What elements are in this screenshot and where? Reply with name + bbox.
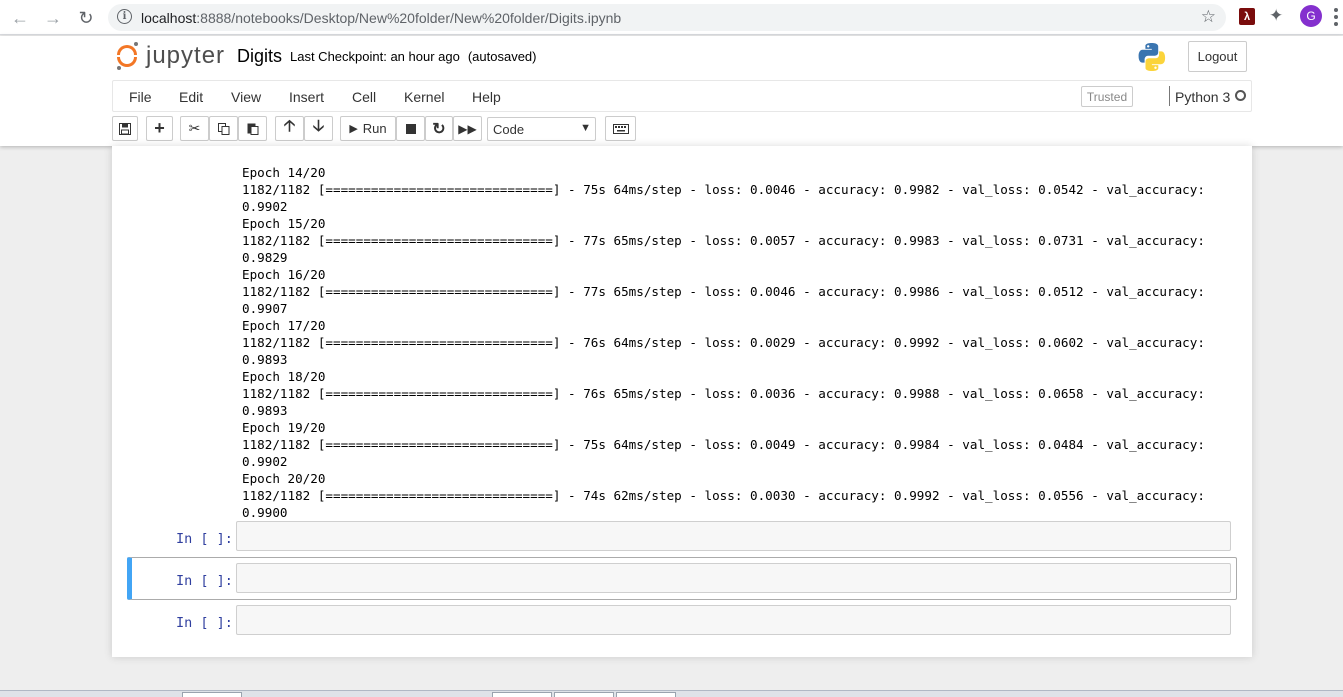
output-line: Epoch 16/20: [242, 267, 326, 282]
move-down-icon[interactable]: 🡣: [304, 116, 333, 141]
menu-view[interactable]: View: [231, 89, 261, 105]
output-line: Epoch 15/20: [242, 216, 326, 231]
python-logo-icon: [1138, 43, 1166, 71]
run-label: Run: [362, 121, 387, 136]
cell-type-select[interactable]: Code ▼: [487, 117, 596, 141]
output-line: 1182/1182 [=============================…: [242, 335, 1205, 350]
chevron-down-icon: ▼: [580, 122, 591, 134]
output-line: 1182/1182 [=============================…: [242, 284, 1205, 299]
paste-icon[interactable]: [238, 116, 267, 141]
interrupt-icon[interactable]: [396, 116, 425, 141]
output-line: 1182/1182 [=============================…: [242, 233, 1205, 248]
kernel-separator: [1169, 86, 1170, 106]
code-input[interactable]: [236, 521, 1231, 551]
taskbar-item[interactable]: [554, 692, 614, 697]
kernel-idle-icon: [1235, 90, 1246, 101]
restart-run-all-icon[interactable]: ▶▶: [453, 116, 482, 141]
menu-file[interactable]: File: [129, 89, 152, 105]
menu-kernel[interactable]: Kernel: [404, 89, 444, 105]
profile-avatar[interactable]: G: [1300, 5, 1322, 27]
jupyter-header: jupyter Digits Last Checkpoint: an hour …: [0, 36, 1343, 146]
notebook-name[interactable]: Digits: [237, 46, 282, 67]
output-line: 0.9902: [242, 454, 288, 469]
code-input[interactable]: [236, 605, 1231, 635]
output-line: 0.9829: [242, 250, 288, 265]
cut-icon[interactable]: ✂: [180, 116, 209, 141]
output-line: 0.9893: [242, 352, 288, 367]
output-line: 0.9900: [242, 505, 288, 520]
url-path: :8888/notebooks/Desktop/New%20folder/New…: [196, 10, 622, 26]
output-line: Epoch 20/20: [242, 471, 326, 486]
back-icon[interactable]: ←: [8, 6, 32, 30]
keyboard-icon[interactable]: [605, 116, 636, 141]
menu-help[interactable]: Help: [472, 89, 501, 105]
kernel-name: Python 3: [1175, 89, 1231, 105]
save-icon[interactable]: [112, 116, 138, 141]
code-cell[interactable]: In [ ]:: [112, 605, 1252, 645]
output-line: 1182/1182 [=============================…: [242, 488, 1205, 503]
bookmark-star-icon[interactable]: ☆: [1201, 7, 1216, 27]
taskbar-item[interactable]: [182, 692, 242, 697]
jupyter-logo-icon: [116, 42, 140, 70]
forward-icon[interactable]: →: [41, 6, 65, 30]
output-line: Epoch 17/20: [242, 318, 326, 333]
url-host: localhost: [141, 10, 197, 26]
restart-icon[interactable]: ↻: [425, 116, 453, 141]
code-input[interactable]: [236, 563, 1231, 593]
pdf-extension-icon[interactable]: λ: [1239, 8, 1255, 25]
input-prompt: In [ ]:: [176, 531, 233, 547]
output-line: 0.9902: [242, 199, 288, 214]
menubar: File Edit View Insert Cell Kernel Help T…: [112, 80, 1252, 112]
autosave-status: (autosaved): [467, 49, 537, 64]
extensions-puzzle-icon[interactable]: ✦: [1269, 6, 1283, 26]
output-line: 1182/1182 [=============================…: [242, 437, 1205, 452]
code-cell-selected[interactable]: In [ ]:: [112, 557, 1252, 603]
trusted-indicator[interactable]: Trusted: [1081, 86, 1133, 107]
input-prompt: In [ ]:: [176, 615, 233, 631]
copy-icon[interactable]: [209, 116, 238, 141]
menu-cell[interactable]: Cell: [352, 89, 376, 105]
menu-edit[interactable]: Edit: [179, 89, 203, 105]
browser-toolbar: ← → ↻ i localhost:8888/notebooks/Desktop…: [0, 0, 1343, 35]
checkpoint-status: Last Checkpoint: an hour ago (autosaved): [290, 49, 537, 64]
taskbar-item[interactable]: [492, 692, 552, 697]
code-cell[interactable]: In [ ]:: [112, 521, 1252, 561]
input-prompt: In [ ]:: [176, 573, 233, 589]
move-up-icon[interactable]: 🡡: [275, 116, 304, 141]
run-icon: ▶: [349, 123, 358, 135]
browser-menu-icon[interactable]: [1334, 8, 1338, 26]
reload-icon[interactable]: ↻: [74, 6, 98, 30]
jupyter-logo[interactable]: jupyter: [116, 41, 225, 71]
cell-type-value: Code: [493, 121, 525, 137]
cell-output: Epoch 14/20 1182/1182 [==================…: [242, 147, 1205, 521]
address-url[interactable]: localhost:8888/notebooks/Desktop/New%20f…: [141, 10, 621, 26]
output-line: 0.9893: [242, 403, 288, 418]
taskbar-item[interactable]: [616, 692, 676, 697]
output-line: 0.9907: [242, 301, 288, 316]
menu-insert[interactable]: Insert: [289, 89, 324, 105]
output-line: 1182/1182 [=============================…: [242, 386, 1205, 401]
logout-button[interactable]: Logout: [1188, 41, 1247, 72]
output-line: Epoch 14/20: [242, 165, 326, 180]
insert-cell-icon[interactable]: +: [146, 116, 173, 141]
jupyter-logo-text: jupyter: [146, 42, 226, 69]
run-button[interactable]: ▶ Run: [340, 116, 396, 141]
notebook-container: Epoch 14/20 1182/1182 [==================…: [112, 146, 1252, 657]
site-info-icon[interactable]: i: [117, 9, 132, 24]
address-bar[interactable]: i localhost:8888/notebooks/Desktop/New%2…: [108, 4, 1226, 31]
output-line: 1182/1182 [=============================…: [242, 182, 1205, 197]
checkpoint-text: Last Checkpoint: an hour ago: [290, 49, 460, 64]
output-line: Epoch 19/20: [242, 420, 326, 435]
output-line: Epoch 18/20: [242, 369, 326, 384]
